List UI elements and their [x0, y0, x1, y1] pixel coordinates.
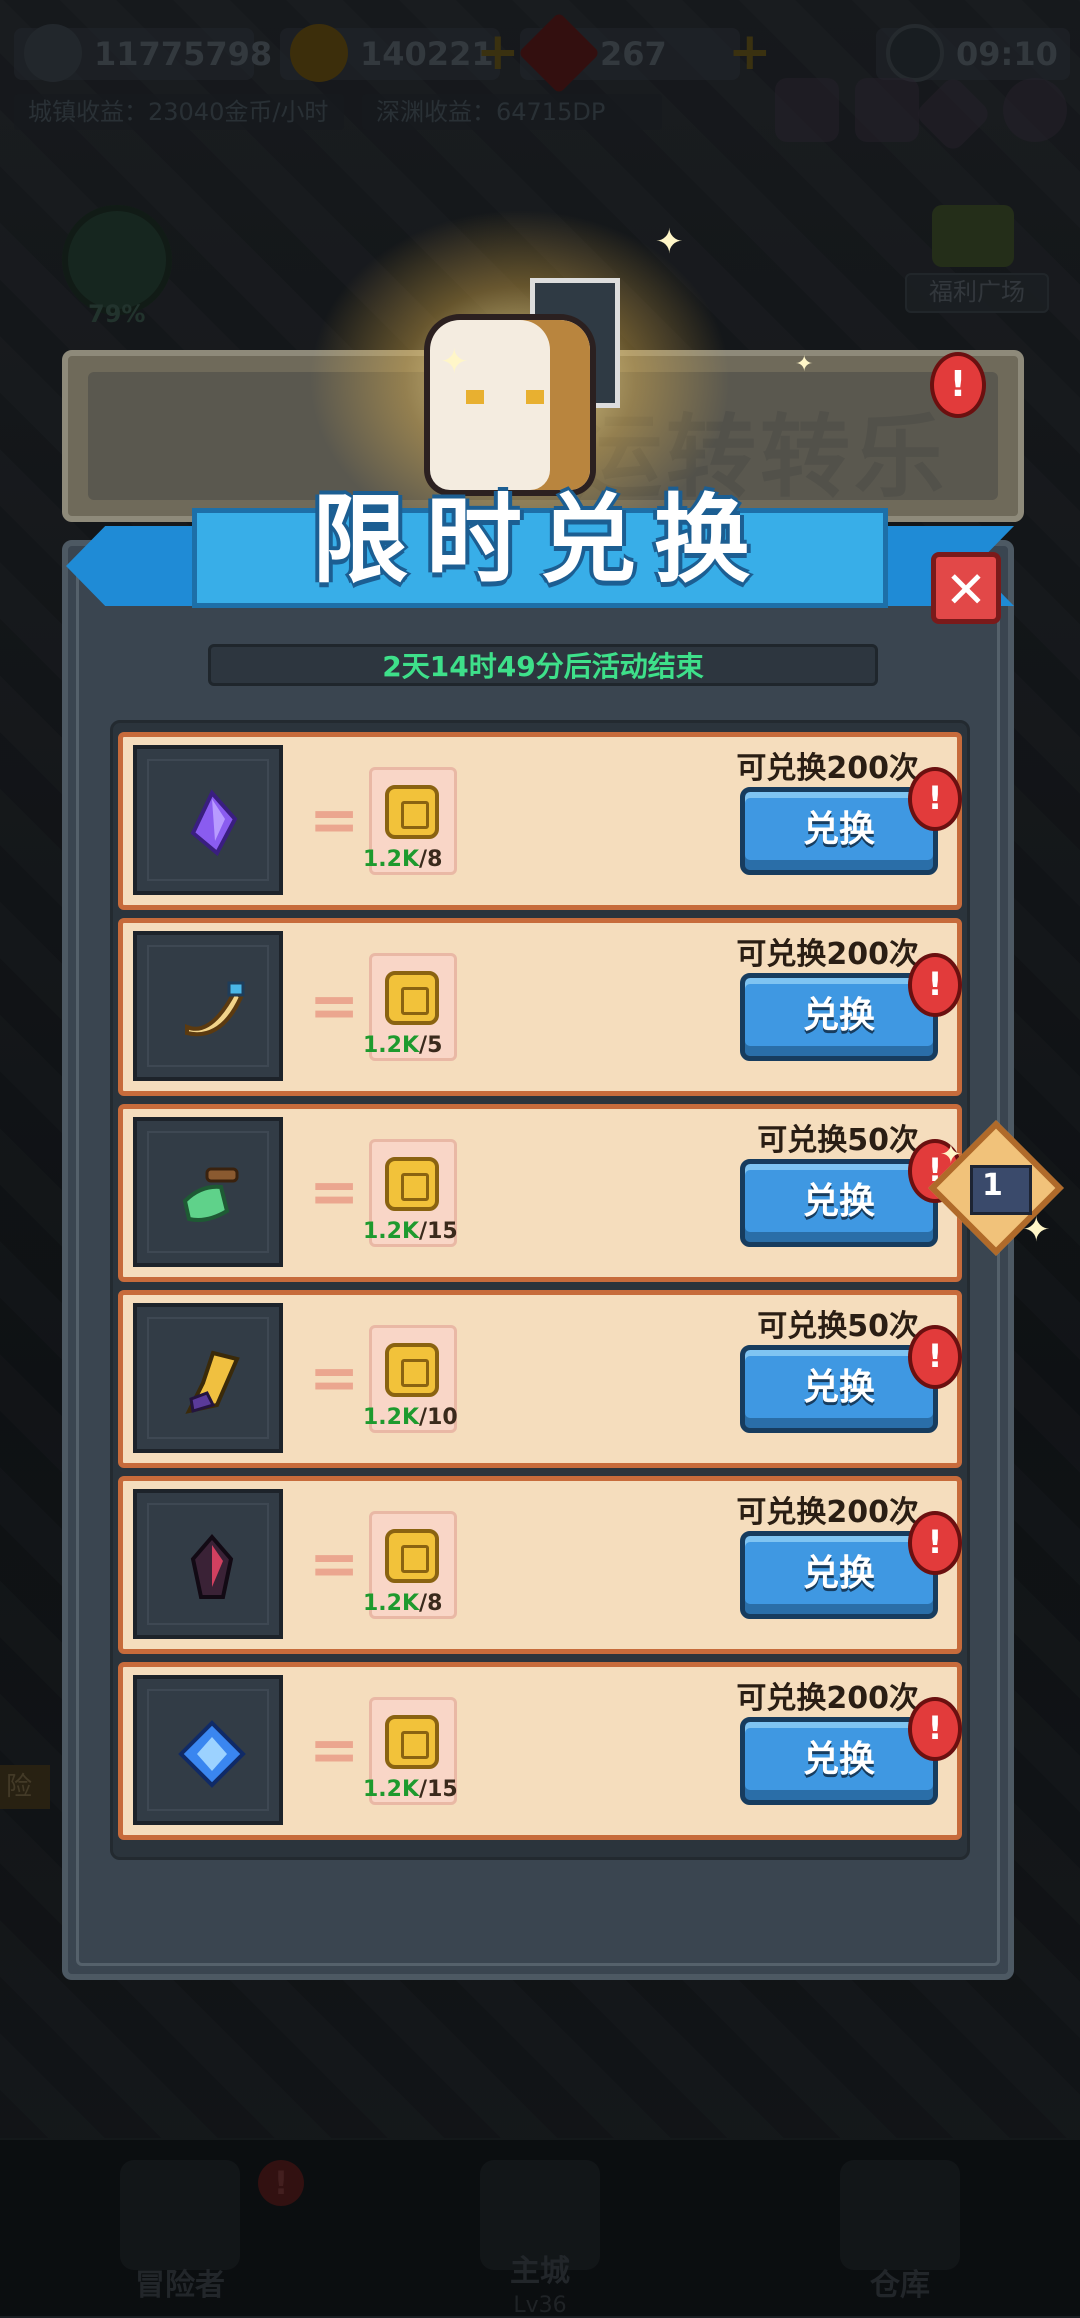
- exchange-limit: 可兑换50次: [757, 1309, 919, 1344]
- purple-crystal-icon: [190, 789, 238, 857]
- token-coin-icon: [385, 785, 439, 839]
- cost-text: 1.2K/8: [363, 847, 443, 872]
- reward-slot[interactable]: [133, 1489, 283, 1639]
- equals-sign: =: [309, 1343, 360, 1413]
- exchange-limit: 可兑换50次: [757, 1123, 919, 1158]
- exchange-limit: 可兑换200次: [736, 937, 919, 972]
- exchange-row: = 1.2K/15 可兑换200次 兑换 !: [118, 1662, 962, 1840]
- horn-icon: [185, 981, 245, 1037]
- exchange-row: = 1.2K/8 可兑换200次 兑换 !: [118, 732, 962, 910]
- purple-scroll-icon: [185, 1350, 240, 1414]
- close-button[interactable]: ✕: [931, 552, 1001, 624]
- alert-badge-icon: !: [908, 1325, 962, 1389]
- equals-sign: =: [309, 785, 360, 855]
- sparkle-icon: ✦: [940, 1140, 962, 1170]
- token-coin-icon: [385, 971, 439, 1025]
- sparkle-icon: ✦: [1022, 1210, 1051, 1250]
- cost-text: 1.2K/8: [363, 1591, 443, 1616]
- dark-gem-icon: [190, 1533, 234, 1599]
- reward-slot[interactable]: [133, 745, 283, 895]
- blue-ticket-icon: [178, 1720, 246, 1788]
- reward-slot[interactable]: [133, 1675, 283, 1825]
- sparkle-icon: ✦: [440, 342, 469, 382]
- banner-alert-icon: !: [930, 352, 986, 418]
- cost-text: 1.2K/15: [363, 1219, 458, 1244]
- reward-slot[interactable]: [133, 1117, 283, 1267]
- sparkle-icon: ✦: [795, 352, 814, 377]
- equals-sign: =: [309, 971, 360, 1041]
- alert-badge-icon: !: [908, 1511, 962, 1575]
- floating-reward-count: 1: [982, 1168, 1003, 1203]
- cost-text: 1.2K/5: [363, 1033, 443, 1058]
- alert-badge-icon: !: [908, 1697, 962, 1761]
- cost-text: 1.2K/10: [363, 1405, 458, 1430]
- exchange-limit: 可兑换200次: [736, 1681, 919, 1716]
- exchange-row: = 1.2K/10 可兑换50次 兑换 !: [118, 1290, 962, 1468]
- token-coin-icon: [385, 1157, 439, 1211]
- cost-text: 1.2K/15: [363, 1777, 458, 1802]
- exchange-limit: 可兑换200次: [736, 1495, 919, 1530]
- exchange-row: = 1.2K/8 可兑换200次 兑换 !: [118, 1476, 962, 1654]
- reward-slot[interactable]: [133, 931, 283, 1081]
- token-coin-icon: [385, 1529, 439, 1583]
- equals-sign: =: [309, 1529, 360, 1599]
- sparkle-icon: ✦: [655, 222, 684, 262]
- alert-badge-icon: !: [908, 953, 962, 1017]
- equals-sign: =: [309, 1715, 360, 1785]
- exchange-row: = 1.2K/5 可兑换200次 兑换 !: [118, 918, 962, 1096]
- equals-sign: =: [309, 1157, 360, 1227]
- exchange-row: = 1.2K/15 可兑换50次 兑换 !: [118, 1104, 962, 1282]
- exchange-limit: 可兑换200次: [736, 751, 919, 786]
- popup-title: 限时兑换: [312, 484, 768, 596]
- token-coin-icon: [385, 1715, 439, 1769]
- token-coin-icon: [385, 1343, 439, 1397]
- event-countdown: 2天14时49分后活动结束: [208, 644, 878, 686]
- green-scroll-icon: [182, 1167, 239, 1222]
- alert-badge-icon: !: [908, 767, 962, 831]
- reward-slot[interactable]: [133, 1303, 283, 1453]
